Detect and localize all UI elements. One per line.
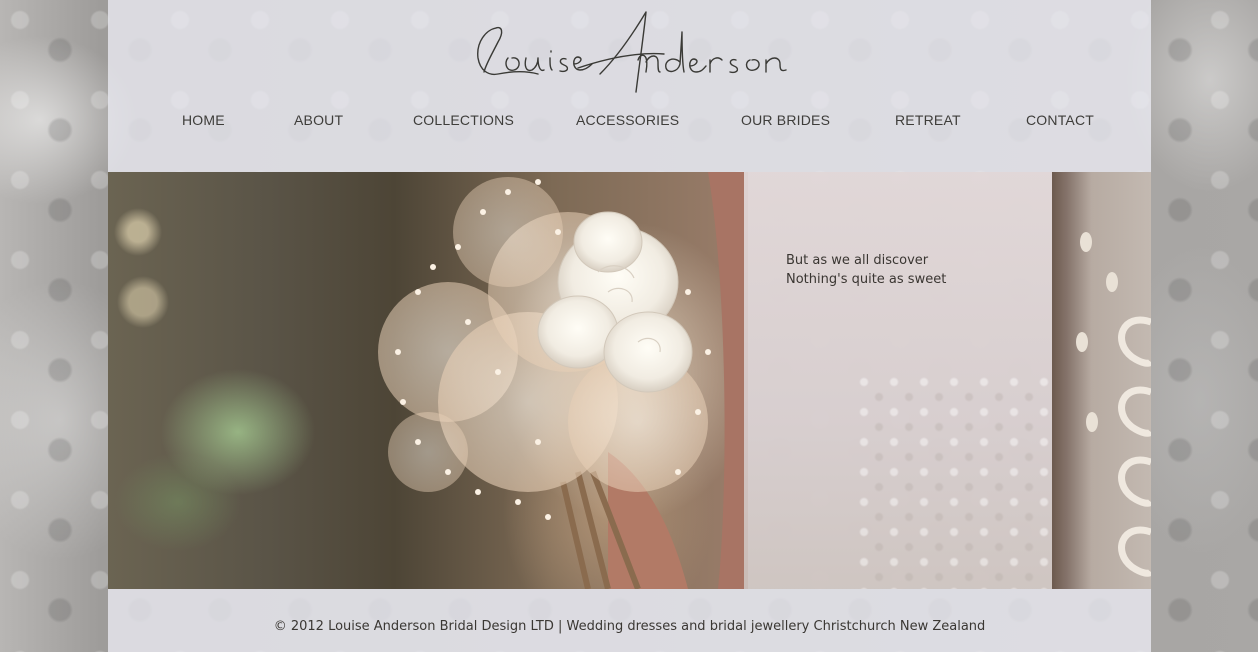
nav-collections[interactable]: COLLECTIONS (413, 112, 514, 128)
bouquet-illustration (378, 172, 748, 589)
logo-script (477, 11, 787, 93)
dress-lace-texture (854, 372, 1054, 589)
nav-our-brides[interactable]: OUR BRIDES (741, 112, 830, 128)
lace-detail-photo (1052, 172, 1151, 589)
hero-slideshow: But as we all discover Nothing's quite a… (108, 172, 1151, 589)
dress-photo (744, 172, 1054, 589)
quote-line-2: Nothing's quite as sweet (786, 272, 947, 287)
nav-about[interactable]: ABOUT (294, 112, 343, 128)
nav-contact[interactable]: CONTACT (1026, 112, 1094, 128)
bouquet-photo (108, 172, 748, 589)
page-container: HOME ABOUT COLLECTIONS ACCESSORIES OUR B… (108, 0, 1151, 652)
nav-accessories[interactable]: ACCESSORIES (576, 112, 679, 128)
nav-retreat[interactable]: RETREAT (895, 112, 961, 128)
main-nav: HOME ABOUT COLLECTIONS ACCESSORIES OUR B… (108, 112, 1151, 132)
hero-quote: But as we all discover Nothing's quite a… (786, 251, 946, 289)
quote-line-1: But as we all discover (786, 253, 929, 268)
nav-home[interactable]: HOME (182, 112, 225, 128)
site-logo[interactable] (468, 2, 798, 98)
footer-copyright: © 2012 Louise Anderson Bridal Design LTD… (273, 619, 986, 634)
lace-loops (1076, 232, 1151, 577)
